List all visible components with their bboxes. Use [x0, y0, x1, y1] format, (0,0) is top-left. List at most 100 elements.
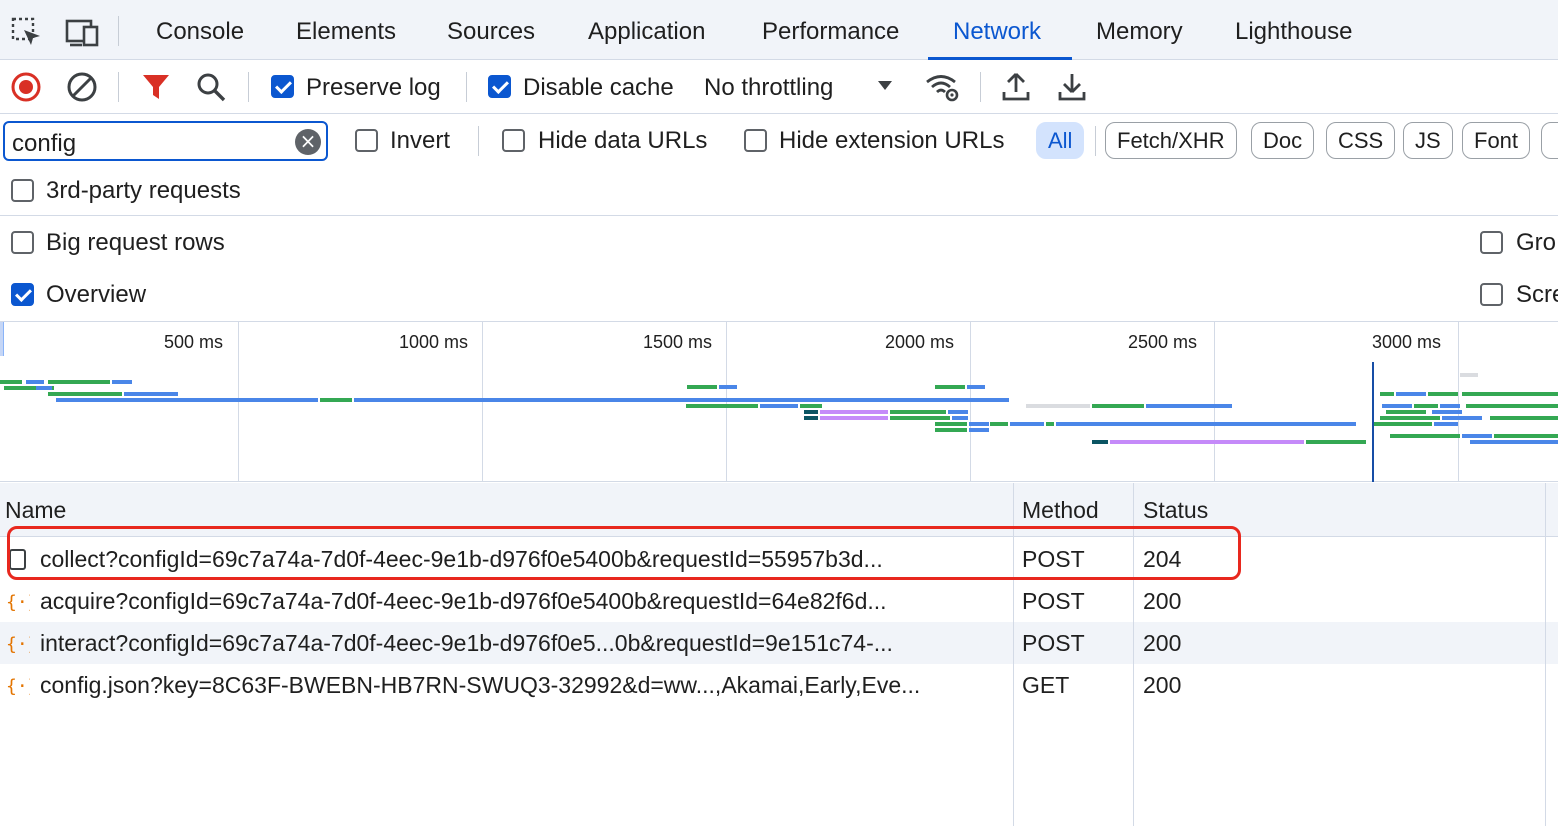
type-filter-all[interactable]: All — [1036, 122, 1085, 159]
screenshots-checkbox[interactable] — [1480, 283, 1503, 306]
type-filter-more[interactable] — [1541, 122, 1558, 159]
filter-input[interactable]: config × — [3, 121, 328, 161]
overview-request-bar — [820, 410, 888, 414]
type-filter-css[interactable]: CSS — [1326, 122, 1396, 159]
device-toolbar-icon[interactable] — [64, 16, 99, 50]
big-request-rows-label: Big request rows — [46, 229, 225, 256]
invert-checkbox[interactable] — [355, 129, 378, 152]
overview-request-bar — [124, 392, 178, 396]
overview-request-bar — [48, 392, 122, 396]
overview-request-bar — [1494, 434, 1558, 438]
overview-request-bar — [1460, 373, 1478, 377]
table-row[interactable]: {·} config.json?key=8C63F-BWEBN-HB7RN-SW… — [0, 664, 1558, 706]
overview-request-bar — [320, 398, 352, 402]
overview-request-bar — [804, 410, 818, 414]
overview-request-bar — [935, 385, 965, 389]
overview-request-bar — [952, 416, 968, 420]
tab-application[interactable]: Application — [588, 18, 705, 46]
overview-request-bar — [890, 416, 950, 420]
overview-request-bar — [1092, 404, 1144, 408]
network-overview[interactable]: 500 ms 1000 ms 1500 ms 2000 ms 2500 ms 3… — [0, 322, 1558, 482]
table-row[interactable]: {·} interact?configId=69c7a74a-7d0f-4eec… — [0, 622, 1558, 664]
request-status: 200 — [1143, 672, 1182, 698]
stop-recording-icon[interactable] — [9, 70, 43, 104]
big-request-rows-checkbox[interactable] — [11, 231, 34, 254]
overview-request-bar — [1056, 422, 1356, 426]
tab-network[interactable]: Network — [953, 18, 1041, 46]
overview-request-bar — [1026, 404, 1090, 408]
overview-request-bar — [804, 416, 818, 420]
hide-extension-urls-checkbox[interactable] — [744, 129, 767, 152]
svg-text:{·}: {·} — [6, 634, 30, 655]
overview-request-bar — [1092, 440, 1108, 444]
overview-request-bar — [1466, 404, 1558, 408]
throttling-select[interactable]: No throttling — [704, 74, 833, 102]
third-party-checkbox[interactable] — [11, 179, 34, 202]
filter-icon[interactable] — [139, 70, 173, 104]
overview-request-bar — [1110, 440, 1304, 444]
tab-console[interactable]: Console — [156, 18, 244, 46]
group-by-frame-checkbox[interactable] — [1480, 231, 1503, 254]
filter-bar: config × Invert Hide data URLs Hide exte… — [0, 114, 1558, 216]
tab-sources[interactable]: Sources — [447, 18, 535, 46]
tab-lighthouse[interactable]: Lighthouse — [1235, 18, 1352, 46]
table-row[interactable]: {·} acquire?configId=69c7a74a-7d0f-4eec-… — [0, 580, 1558, 622]
tab-performance[interactable]: Performance — [762, 18, 899, 46]
overview-request-bar — [1434, 422, 1458, 426]
inspect-element-icon[interactable] — [10, 16, 44, 50]
dropdown-arrow-icon[interactable] — [873, 76, 897, 96]
svg-text:{·}: {·} — [6, 592, 30, 613]
network-settings-pane: Big request rows Overview Gro Scre — [0, 216, 1558, 322]
preserve-log-checkbox[interactable] — [271, 75, 294, 98]
devtools-tab-bar: Console Elements Sources Application Per… — [0, 0, 1558, 60]
overview-request-bar — [935, 428, 967, 432]
overview-request-bar — [1396, 392, 1426, 396]
search-icon[interactable] — [194, 70, 228, 104]
overview-request-bar — [719, 385, 737, 389]
json-braces-icon: {·} — [6, 589, 39, 613]
filter-separator — [478, 126, 479, 156]
request-name: interact?configId=69c7a74a-7d0f-4eec-9e1… — [40, 630, 893, 656]
disable-cache-checkbox[interactable] — [488, 75, 511, 98]
overview-request-bar — [1386, 410, 1426, 414]
overview-request-bar — [1414, 404, 1438, 408]
overview-request-bar — [948, 410, 968, 414]
overview-request-bar — [1462, 392, 1558, 396]
type-filter-font[interactable]: Font — [1462, 122, 1531, 159]
invert-label: Invert — [390, 127, 451, 154]
request-method: POST — [1022, 588, 1085, 614]
tab-elements[interactable]: Elements — [296, 18, 396, 46]
overview-request-bar — [990, 422, 1008, 426]
column-divider[interactable] — [1545, 483, 1546, 826]
overview-request-bar — [112, 380, 132, 384]
annotation-highlight-box — [7, 526, 1241, 580]
overview-request-bar — [1390, 434, 1460, 438]
hide-data-urls-checkbox[interactable] — [502, 129, 525, 152]
overview-request-bar — [967, 385, 985, 389]
overview-request-bar — [48, 380, 110, 384]
request-status: 200 — [1143, 630, 1182, 656]
request-method: GET — [1022, 672, 1070, 698]
overview-request-bar — [1380, 392, 1394, 396]
overview-request-bar — [56, 398, 318, 402]
overview-request-bar — [36, 386, 52, 390]
json-braces-icon: {·} — [6, 631, 39, 655]
overview-checkbox[interactable] — [11, 283, 34, 306]
overview-request-bar — [1382, 404, 1412, 408]
overview-request-bar — [760, 404, 798, 408]
overview-request-bar — [686, 404, 758, 408]
overview-request-bar — [0, 380, 22, 384]
network-conditions-icon[interactable] — [924, 70, 959, 104]
import-har-icon[interactable] — [999, 70, 1033, 104]
clear-filter-icon[interactable]: × — [295, 129, 321, 155]
type-filter-fetch-xhr[interactable]: Fetch/XHR — [1105, 122, 1237, 159]
type-filter-doc[interactable]: Doc — [1251, 122, 1315, 159]
export-har-icon[interactable] — [1055, 70, 1089, 104]
svg-text:{·}: {·} — [6, 676, 30, 697]
overview-request-bar — [1310, 440, 1330, 444]
type-filter-js[interactable]: JS — [1403, 122, 1453, 159]
overview-request-bar — [969, 422, 989, 426]
overview-request-bar — [1440, 404, 1460, 408]
clear-icon[interactable] — [65, 70, 99, 104]
tab-memory[interactable]: Memory — [1096, 18, 1183, 46]
